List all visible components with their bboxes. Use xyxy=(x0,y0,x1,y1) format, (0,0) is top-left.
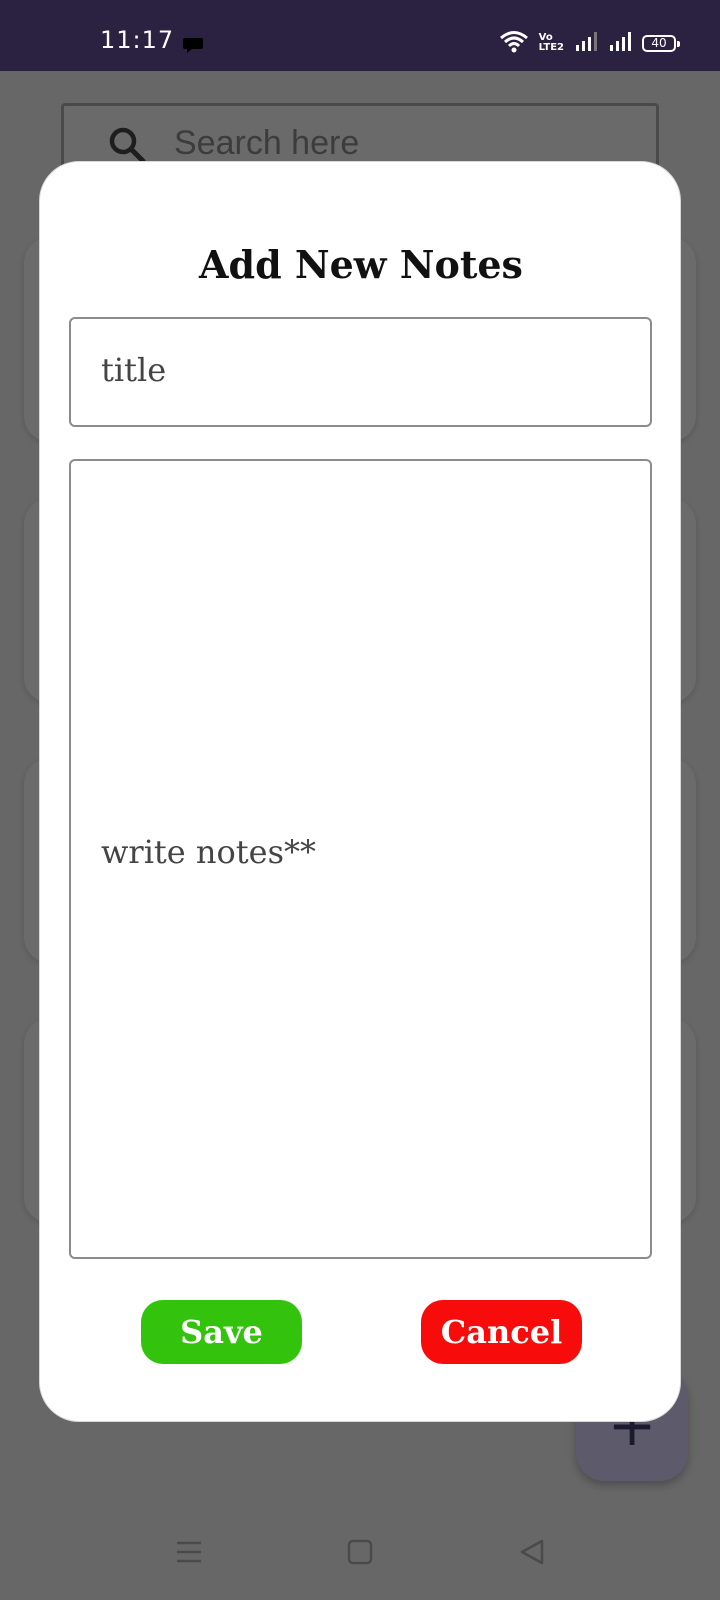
menu-icon[interactable] xyxy=(175,1538,203,1570)
signal-icon xyxy=(574,30,598,56)
home-icon[interactable] xyxy=(347,1538,373,1570)
wifi-icon xyxy=(499,29,529,57)
title-placeholder: title xyxy=(101,351,167,389)
save-button[interactable]: Save xyxy=(141,1300,302,1364)
dialog-title: Add New Notes xyxy=(199,242,523,287)
status-bar: 11:17 Vo LTE2 40 xyxy=(0,0,720,71)
title-input[interactable]: title xyxy=(69,317,652,427)
add-notes-dialog: Add New Notes title write notes** Save C… xyxy=(39,161,681,1422)
notes-placeholder: write notes** xyxy=(101,833,316,871)
back-icon[interactable] xyxy=(519,1538,545,1570)
notes-input[interactable]: write notes** xyxy=(69,459,652,1259)
search-placeholder: Search here xyxy=(174,124,360,162)
signal-icon xyxy=(608,30,632,56)
cancel-button[interactable]: Cancel xyxy=(421,1300,582,1364)
status-time: 11:17 xyxy=(100,26,175,54)
message-icon xyxy=(182,36,204,58)
volte-line2: LTE2 xyxy=(538,42,564,53)
volte-indicator: Vo LTE2 xyxy=(539,33,564,53)
battery-icon: 40 xyxy=(642,34,680,52)
status-icons: Vo LTE2 40 xyxy=(499,29,680,57)
